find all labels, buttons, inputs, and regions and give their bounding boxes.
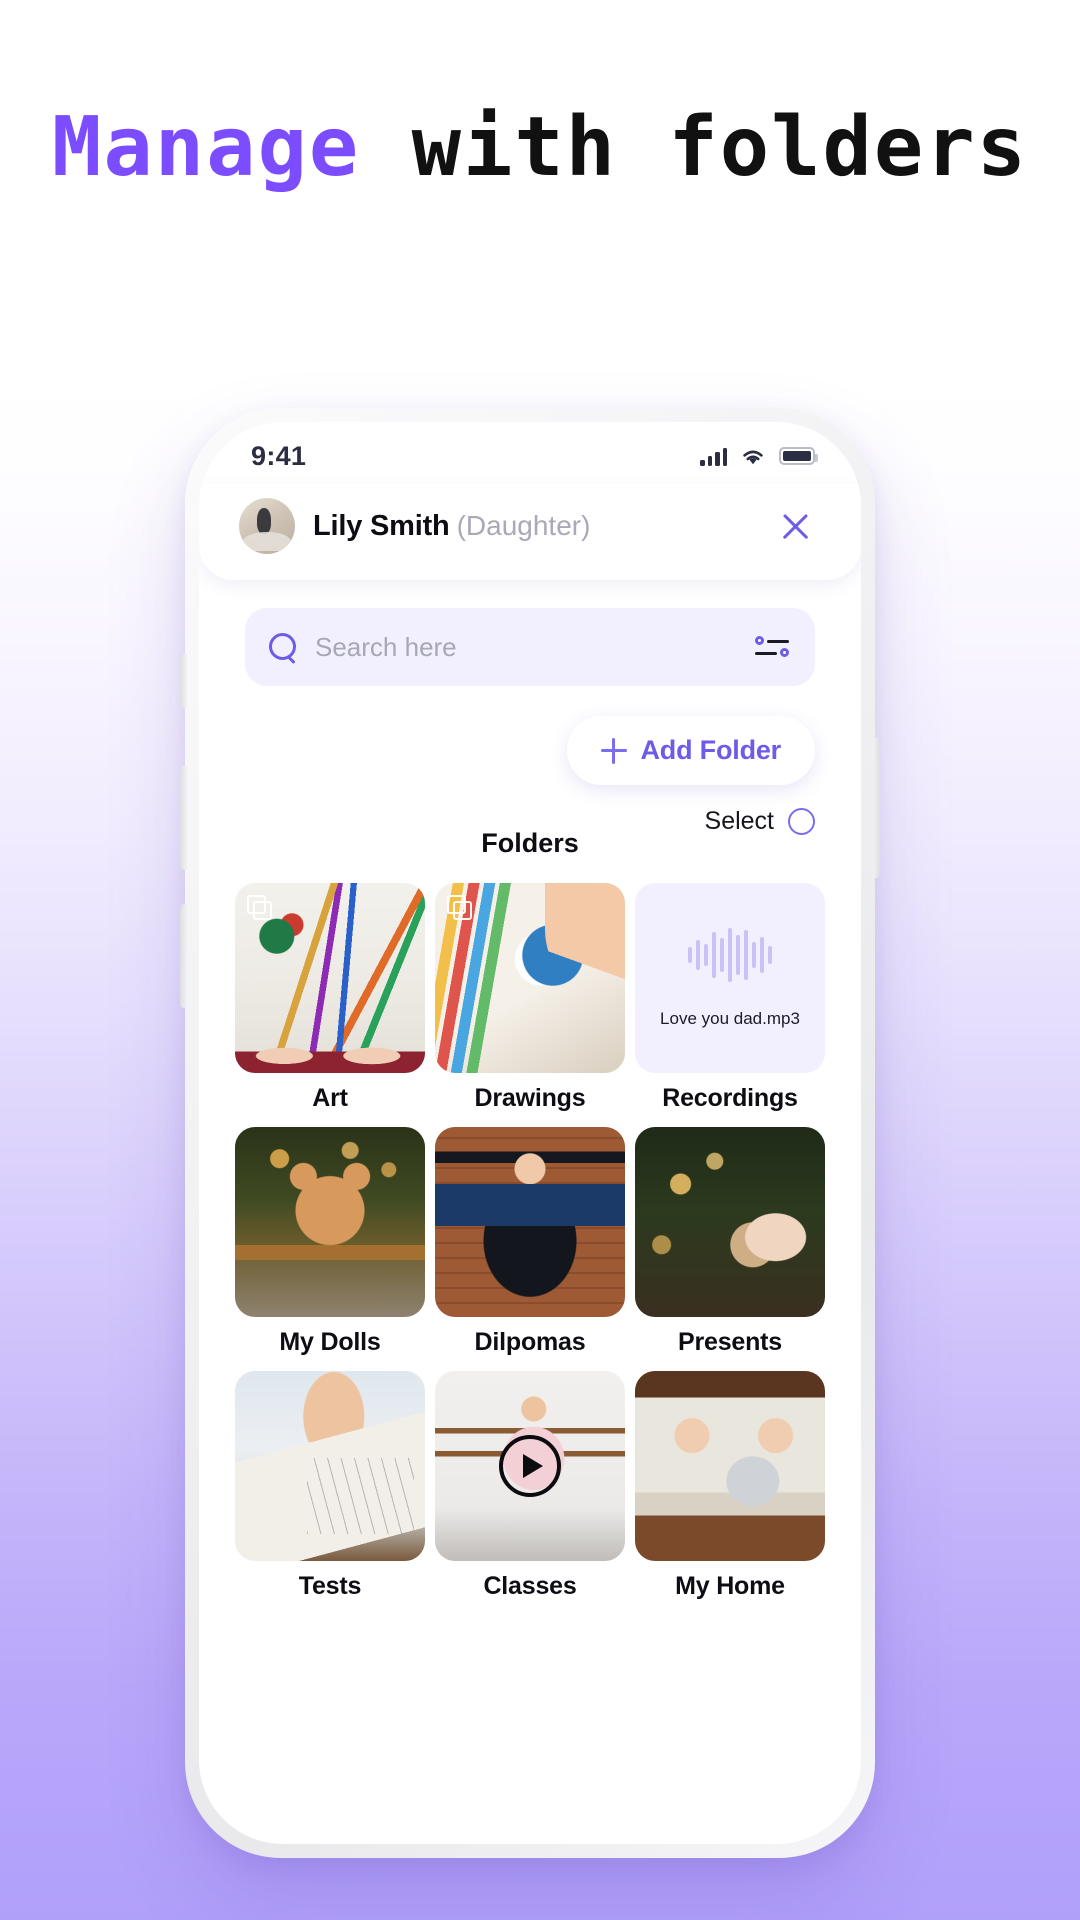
folder-item-dilpomas[interactable]: Dilpomas bbox=[433, 1127, 627, 1357]
filter-sliders-icon[interactable] bbox=[755, 633, 789, 661]
folder-thumbnail[interactable] bbox=[435, 1127, 625, 1317]
phone-mockup: 9:41 Lily Smith (Daughter) Search here A… bbox=[180, 408, 880, 1858]
search-input[interactable] bbox=[315, 631, 755, 663]
folder-label: My Home bbox=[675, 1572, 785, 1600]
folder-label: Presents bbox=[677, 1328, 782, 1356]
profile-relation: (Daughter) bbox=[456, 510, 591, 541]
profile-header: Lily Smith (Daughter) bbox=[199, 484, 861, 580]
folder-item-art[interactable]: Art bbox=[233, 883, 427, 1113]
folder-label: Classes bbox=[483, 1572, 577, 1600]
folder-thumbnail[interactable] bbox=[235, 1127, 425, 1317]
stack-icon bbox=[447, 895, 472, 920]
folder-item-drawings[interactable]: Drawings bbox=[433, 883, 627, 1113]
folder-label: Art bbox=[312, 1084, 348, 1112]
play-icon[interactable] bbox=[499, 1435, 561, 1497]
folder-thumbnail[interactable] bbox=[435, 883, 625, 1073]
folder-item-tests[interactable]: Tests bbox=[233, 1371, 427, 1601]
folder-label: My Dolls bbox=[279, 1328, 381, 1356]
phone-volume-up-button[interactable] bbox=[180, 766, 187, 870]
avatar[interactable] bbox=[239, 498, 295, 554]
folder-thumbnail[interactable] bbox=[235, 883, 425, 1073]
folder-thumbnail[interactable] bbox=[635, 1371, 825, 1561]
folder-thumbnail[interactable] bbox=[235, 1371, 425, 1561]
status-icons bbox=[700, 447, 818, 466]
status-bar: 9:41 bbox=[199, 422, 861, 484]
page-title: Manage with folders bbox=[0, 100, 1080, 195]
folder-item-classes[interactable]: Classes bbox=[433, 1371, 627, 1601]
folders-section-title: Folders bbox=[481, 828, 579, 858]
audio-waveform-icon bbox=[688, 927, 772, 983]
folder-thumbnail[interactable]: Love you dad.mp3 bbox=[635, 883, 825, 1073]
search-icon bbox=[269, 633, 297, 661]
wifi-icon bbox=[743, 450, 763, 464]
close-icon[interactable] bbox=[775, 506, 815, 546]
plus-icon bbox=[600, 737, 627, 764]
folder-item-recordings[interactable]: Love you dad.mp3 Recordings bbox=[633, 883, 827, 1113]
folder-label: Drawings bbox=[474, 1084, 586, 1112]
stack-icon bbox=[247, 895, 272, 920]
status-time: 9:41 bbox=[251, 440, 307, 471]
audio-file-name: Love you dad.mp3 bbox=[660, 1009, 800, 1028]
phone-mute-switch[interactable] bbox=[180, 654, 187, 708]
battery-icon bbox=[779, 447, 818, 465]
search-bar[interactable] bbox=[245, 608, 815, 686]
phone-screen: 9:41 Lily Smith (Daughter) Search here A… bbox=[199, 422, 861, 1844]
folder-thumbnail[interactable] bbox=[635, 1127, 825, 1317]
folder-item-my-home[interactable]: My Home bbox=[633, 1371, 827, 1601]
add-folder-button[interactable]: Add Folder bbox=[566, 716, 815, 785]
phone-power-button[interactable] bbox=[873, 738, 880, 878]
folder-label: Tests bbox=[298, 1572, 362, 1600]
signal-icon bbox=[700, 447, 727, 466]
folder-label: Recordings bbox=[662, 1084, 798, 1112]
folder-item-my-dolls[interactable]: My Dolls bbox=[233, 1127, 427, 1357]
profile-name: Lily Smith bbox=[313, 509, 450, 542]
folder-item-presents[interactable]: Presents bbox=[633, 1127, 827, 1357]
folder-thumbnail[interactable] bbox=[435, 1371, 625, 1561]
headline-rest: with folders bbox=[411, 100, 1028, 195]
folder-label: Dilpomas bbox=[474, 1328, 586, 1356]
phone-volume-down-button[interactable] bbox=[180, 904, 187, 1008]
add-folder-row: Add Folder bbox=[199, 686, 861, 785]
headline-accent-word: Manage bbox=[51, 100, 361, 195]
folders-grid: Art Drawings Love you dad.mp3 Recordings bbox=[199, 869, 861, 1601]
add-folder-label: Add Folder bbox=[640, 735, 782, 765]
